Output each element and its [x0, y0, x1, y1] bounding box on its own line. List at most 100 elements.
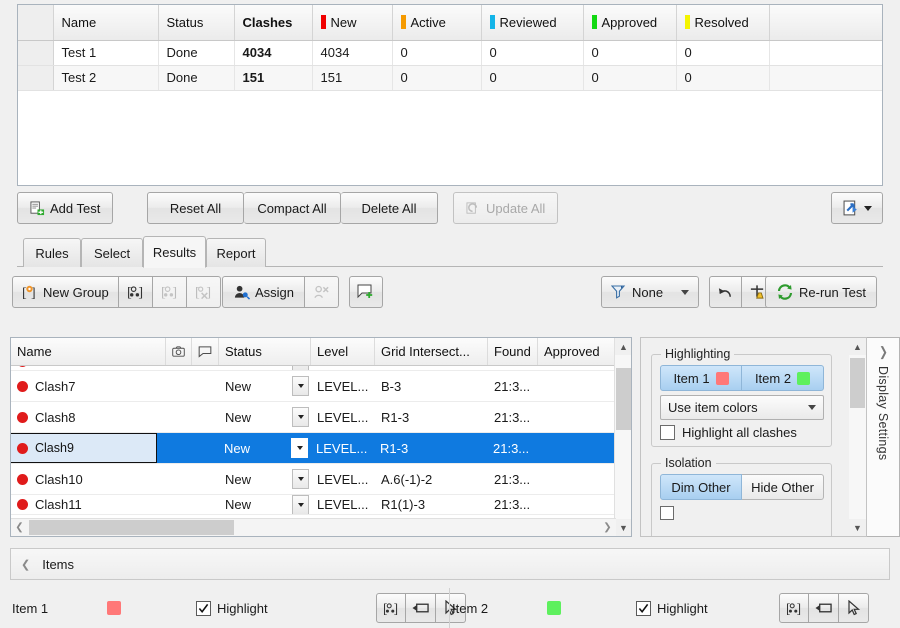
- status-dropdown-button[interactable]: [291, 438, 308, 458]
- add-test-button[interactable]: Add Test: [17, 192, 114, 224]
- status-swatch-reviewed-icon: [489, 14, 495, 29]
- cell-name: Test 1: [53, 40, 159, 66]
- svg-text:[: [: [383, 601, 387, 616]
- table-row[interactable]: Clash8 New LEVEL... R1-3 21:3...: [11, 402, 631, 433]
- results-col-grid-intersection[interactable]: Grid Intersect...: [375, 338, 488, 365]
- horizontal-scroll-thumb[interactable]: [29, 520, 234, 535]
- tests-col-name[interactable]: Name: [53, 5, 159, 41]
- tests-col-status[interactable]: Status: [158, 5, 235, 41]
- compact-all-button[interactable]: Compact All: [244, 192, 341, 224]
- filter-none-dropdown[interactable]: None: [601, 276, 699, 308]
- display-settings-scroll-thumb[interactable]: [850, 358, 865, 408]
- scroll-down-icon[interactable]: ▼: [849, 519, 866, 536]
- item2-highlight-toggle[interactable]: Highlight: [636, 588, 708, 628]
- item1-label: Item 1: [12, 600, 49, 616]
- group-items-button[interactable]: [ ]: [118, 276, 153, 308]
- results-grid-horizontal-scrollbar[interactable]: ❮ ❯: [11, 518, 616, 536]
- new-group-button[interactable]: [ ] New Group: [12, 276, 119, 308]
- isolation-hide-other-toggle[interactable]: Hide Other: [742, 474, 824, 500]
- status-dropdown-button[interactable]: [292, 366, 309, 370]
- isolation-extra-option-row[interactable]: [660, 505, 685, 520]
- results-col-comment[interactable]: [192, 338, 219, 365]
- item2-zoom-to-button[interactable]: [809, 593, 839, 623]
- item2-pick-button[interactable]: [839, 593, 869, 623]
- isolation-option-checkbox[interactable]: [660, 505, 674, 520]
- svg-text:[: [: [786, 601, 790, 616]
- table-row[interactable]: Test 2 Done 151 151 0 0 0 0: [18, 65, 882, 91]
- tests-col-active[interactable]: Active: [392, 5, 482, 41]
- clash-name: Clash6: [35, 366, 75, 369]
- status-dropdown-button[interactable]: [292, 376, 309, 396]
- scroll-left-icon[interactable]: ❮: [11, 519, 28, 536]
- highlighting-group-title: Highlighting: [661, 347, 735, 361]
- items-panel-header[interactable]: ❮ Items: [10, 548, 890, 580]
- tab-select[interactable]: Select: [81, 238, 143, 268]
- vertical-scroll-thumb[interactable]: [616, 368, 631, 430]
- item2-color-swatch[interactable]: [547, 601, 561, 615]
- new-group-icon: [ ]: [22, 285, 36, 300]
- clash-found: 21:3...: [493, 440, 530, 456]
- rerun-test-button[interactable]: Re-run Test: [765, 276, 877, 308]
- highlight-item2-label: Item 2: [754, 370, 792, 386]
- results-col-approved[interactable]: Approved: [538, 338, 613, 365]
- highlight-item2-toggle[interactable]: Item 2: [742, 365, 824, 391]
- table-row[interactable]: Clash11 New LEVEL... R1(1)-3 21:3...: [11, 495, 631, 515]
- tests-col-new[interactable]: New: [312, 5, 393, 41]
- export-button[interactable]: [831, 192, 883, 224]
- tests-col-approved[interactable]: Approved: [583, 5, 677, 41]
- tests-col-active-label: Active: [410, 14, 446, 30]
- results-col-level[interactable]: Level: [311, 338, 375, 365]
- undo-button[interactable]: [709, 276, 742, 308]
- results-grid-vertical-scrollbar[interactable]: ▲ ▼: [614, 338, 631, 536]
- tests-col-clashes[interactable]: Clashes: [234, 5, 313, 41]
- scroll-right-icon[interactable]: ❯: [599, 519, 616, 536]
- scroll-up-icon[interactable]: ▲: [615, 338, 631, 355]
- assign-button[interactable]: Assign: [222, 276, 306, 308]
- status-dropdown-button[interactable]: [292, 469, 309, 489]
- clash-status-dot-icon: [17, 366, 28, 367]
- tab-results[interactable]: Results: [143, 236, 206, 268]
- scroll-up-icon[interactable]: ▲: [849, 338, 866, 355]
- reset-all-button[interactable]: Reset All: [147, 192, 244, 224]
- results-col-status[interactable]: Status: [219, 338, 311, 365]
- add-comment-button[interactable]: [349, 276, 383, 308]
- clash-name-cell-focused[interactable]: Clash9: [11, 433, 157, 463]
- highlight-item1-toggle[interactable]: Item 1: [660, 365, 742, 391]
- table-row[interactable]: Test 1 Done 4034 4034 0 0 0 0: [18, 40, 882, 66]
- table-row[interactable]: Clash10 New LEVEL... A.6(-1)-2 21:3...: [11, 464, 631, 495]
- results-col-name[interactable]: Name: [11, 338, 166, 365]
- tab-rules[interactable]: Rules: [23, 238, 81, 268]
- status-dropdown-button[interactable]: [292, 407, 309, 427]
- tab-report[interactable]: Report: [206, 238, 266, 268]
- display-settings-vertical-scrollbar[interactable]: ▲ ▼: [849, 338, 866, 536]
- item1-zoom-to-button[interactable]: [406, 593, 436, 623]
- filter-none-label: None: [632, 284, 664, 300]
- item2-select-items-button[interactable]: [ ]: [779, 593, 809, 623]
- highlight-all-clashes-row[interactable]: Highlight all clashes: [660, 425, 797, 440]
- results-col-found[interactable]: Found: [488, 338, 538, 365]
- item1-color-swatch[interactable]: [107, 601, 121, 615]
- tests-col-reviewed[interactable]: Reviewed: [481, 5, 584, 41]
- item1-select-items-button[interactable]: [ ]: [376, 593, 406, 623]
- highlight-color-mode-dropdown[interactable]: Use item colors: [660, 395, 824, 420]
- delete-all-button[interactable]: Delete All: [341, 192, 438, 224]
- isolation-dim-other-toggle[interactable]: Dim Other: [660, 474, 742, 500]
- checkmark-icon: [638, 603, 649, 613]
- item2-highlight-checkbox[interactable]: [636, 600, 651, 616]
- camera-icon: [172, 346, 185, 357]
- item1-highlight-checkbox[interactable]: [196, 600, 211, 616]
- table-row[interactable]: Clash7 New LEVEL... B-3 21:3...: [11, 371, 631, 402]
- highlight-all-clashes-checkbox[interactable]: [660, 425, 675, 440]
- isolation-group-title: Isolation: [661, 456, 716, 470]
- svg-text:]: ]: [394, 601, 398, 616]
- status-dropdown-button[interactable]: [292, 495, 309, 514]
- display-settings-tab[interactable]: ❯ Display Settings: [867, 337, 900, 537]
- item1-highlight-toggle[interactable]: Highlight: [196, 588, 268, 628]
- item2-view-buttons: [ ]: [779, 588, 869, 628]
- results-col-image[interactable]: [166, 338, 192, 365]
- table-row-selected[interactable]: Clash9 New LEVEL... R1-3 21:3...: [11, 433, 631, 464]
- cell-name: Test 2: [53, 65, 159, 91]
- row-gutter: [18, 40, 54, 66]
- tests-col-resolved[interactable]: Resolved: [676, 5, 770, 41]
- scroll-down-icon[interactable]: ▼: [615, 519, 631, 536]
